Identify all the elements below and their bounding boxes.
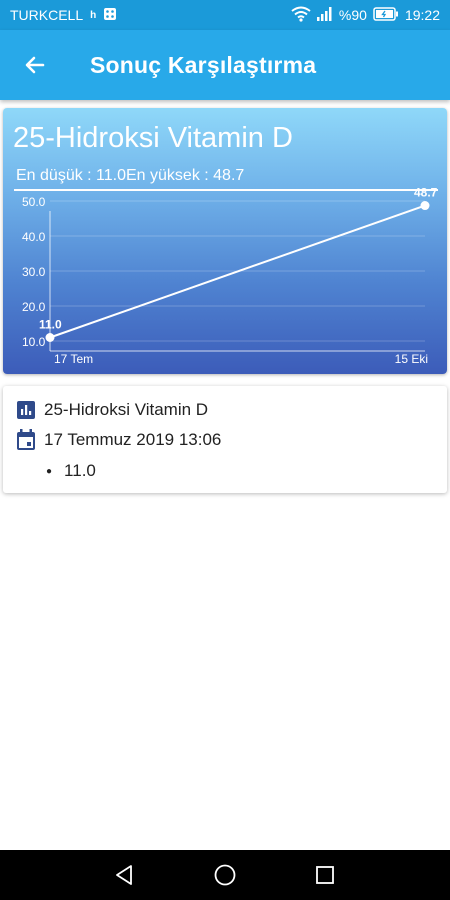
app-bar: Sonuç Karşılaştırma — [0, 30, 450, 100]
y-tick-label: 20.0 — [22, 300, 46, 314]
status-left: TURKCELL h — [10, 7, 117, 24]
x-tick-label: 17 Tem — [54, 352, 93, 366]
chart-card: 25-Hidroksi Vitamin D En düşük : 11.0En … — [3, 108, 447, 374]
signal-icon — [316, 6, 333, 24]
battery-level: %90 — [338, 7, 367, 23]
battery-icon — [373, 6, 399, 24]
x-tick-label: 15 Eki — [395, 352, 428, 366]
result-date-row: 17 Temmuz 2019 13:06 — [16, 429, 221, 451]
back-triangle-icon — [116, 865, 132, 885]
page-title: Sonuç Karşılaştırma — [90, 51, 317, 78]
clock: 19:22 — [404, 7, 440, 23]
data-label: 48.7 — [414, 186, 438, 200]
bullet-icon: ● — [46, 465, 53, 477]
result-value: 11.0 — [64, 461, 96, 480]
home-circle-icon — [214, 864, 236, 886]
data-label: 11.0 — [39, 318, 62, 332]
data-point — [420, 201, 430, 211]
result-card[interactable]: 25-Hidroksi Vitamin D 17 Temmuz 2019 13:… — [3, 386, 447, 493]
back-button[interactable] — [11, 41, 59, 89]
result-test-name: 25-Hidroksi Vitamin D — [44, 400, 209, 419]
line-chart: 10.0 20.0 30.0 40.0 50.0 17 Tem 15 Eki 11.0 48.7 — [22, 186, 438, 366]
arrow-left-icon — [25, 56, 45, 74]
y-tick-label: 10.0 — [22, 335, 46, 349]
data-point — [45, 333, 55, 342]
sim-icon — [103, 7, 117, 24]
y-tick-label: 40.0 — [22, 230, 46, 244]
carrier-name: TURKCELL — [10, 7, 84, 23]
wifi-icon — [291, 6, 311, 25]
recents-square-icon — [316, 866, 334, 884]
status-right: %90 19:22 — [291, 6, 440, 25]
nav-back-button[interactable] — [75, 850, 175, 900]
result-date: 17 Temmuz 2019 13:06 — [44, 430, 222, 449]
network-type: h — [90, 9, 97, 21]
status-bar: TURKCELL h %90 19:22 — [0, 0, 450, 30]
series-line — [49, 204, 426, 339]
system-nav-bar — [0, 850, 450, 900]
bar-chart-icon — [17, 401, 35, 419]
calendar-icon — [17, 429, 35, 450]
y-tick-label: 50.0 — [22, 195, 46, 209]
result-value-item: ● 11.0 — [46, 461, 96, 481]
nav-recents-button[interactable] — [275, 850, 375, 900]
y-tick-label: 30.0 — [22, 265, 46, 279]
nav-home-button[interactable] — [175, 850, 275, 900]
result-test-row: 25-Hidroksi Vitamin D — [16, 400, 208, 420]
